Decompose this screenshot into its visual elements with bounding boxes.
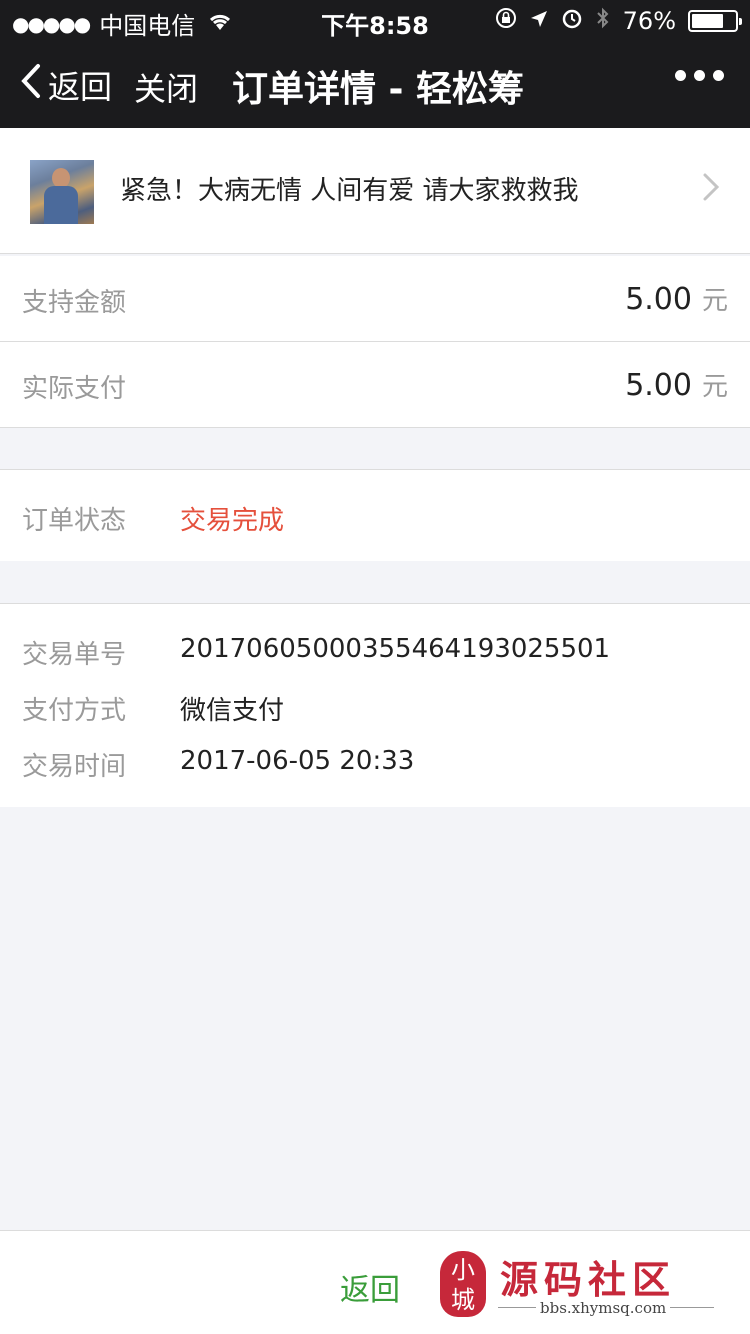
chevron-right-icon: [702, 172, 720, 206]
payment-method-label: 支付方式: [22, 696, 127, 726]
watermark-url: bbs.xhymsq.com: [536, 1299, 671, 1317]
location-icon: [529, 7, 549, 35]
watermark-brand: 源码社区: [500, 1257, 677, 1302]
trade-time-label: 交易时间: [22, 752, 127, 782]
support-amount-value: 5.00 元: [625, 280, 728, 317]
bluetooth-icon: [595, 6, 611, 36]
support-amount-row: 支持金额 5.00 元: [0, 256, 750, 342]
trade-number-label: 交易单号: [22, 640, 127, 670]
order-status-section: 订单状态 交易完成: [0, 469, 750, 561]
currency-unit: 元: [701, 286, 728, 316]
battery-percent: 76%: [622, 7, 676, 35]
trade-number-value: 20170605000355464193025501: [180, 634, 611, 664]
back-chevron-icon: [20, 63, 48, 107]
nav-back-button[interactable]: 返回: [20, 62, 112, 108]
actual-payment-number: 5.00: [625, 368, 692, 403]
actual-payment-label: 实际支付: [22, 374, 127, 404]
page-title: 订单详情 - 轻松筹: [232, 69, 525, 110]
watermark-seal: 小城: [440, 1251, 486, 1317]
campaign-avatar: [30, 160, 94, 224]
support-amount-number: 5.00: [625, 282, 692, 317]
currency-unit: 元: [701, 372, 728, 402]
more-icon[interactable]: [675, 70, 724, 81]
transaction-info-section: 交易单号 20170605000355464193025501 支付方式 微信支…: [0, 603, 750, 807]
payment-method-row: 支付方式 微信支付: [0, 690, 750, 730]
campaign-title: 紧急！大病无情 人间有爱 请大家救救我: [120, 176, 579, 206]
status-right: 76%: [495, 6, 742, 36]
actual-payment-value: 5.00 元: [625, 366, 728, 403]
order-status-label: 订单状态: [22, 506, 127, 536]
order-status-value: 交易完成: [180, 506, 285, 536]
trade-time-value: 2017-06-05 20:33: [180, 746, 415, 776]
campaign-card[interactable]: 紧急！大病无情 人间有爱 请大家救救我: [0, 128, 750, 254]
nav-bar: 返回 关闭 订单详情 - 轻松筹: [0, 40, 750, 128]
nav-close-button[interactable]: 关闭: [134, 64, 198, 110]
alarm-icon: [561, 7, 583, 35]
bottom-back-button[interactable]: 返回: [340, 1265, 400, 1309]
status-bar: ●●●●● 中国电信 下午8:58 76%: [0, 0, 750, 40]
battery-icon: [688, 10, 742, 32]
bottom-bar: 返回 小城 源码社区 bbs.xhymsq.com: [0, 1230, 750, 1334]
watermark-logo: 小城 源码社区 bbs.xhymsq.com: [440, 1247, 730, 1327]
trade-time-row: 交易时间 2017-06-05 20:33: [0, 746, 750, 786]
actual-payment-row: 实际支付 5.00 元: [0, 342, 750, 428]
orientation-lock-icon: [495, 7, 517, 35]
nav-back-label: 返回: [48, 68, 113, 106]
support-amount-label: 支持金额: [22, 288, 127, 318]
payment-method-value: 微信支付: [180, 696, 285, 726]
trade-number-row: 交易单号 20170605000355464193025501: [0, 634, 750, 674]
